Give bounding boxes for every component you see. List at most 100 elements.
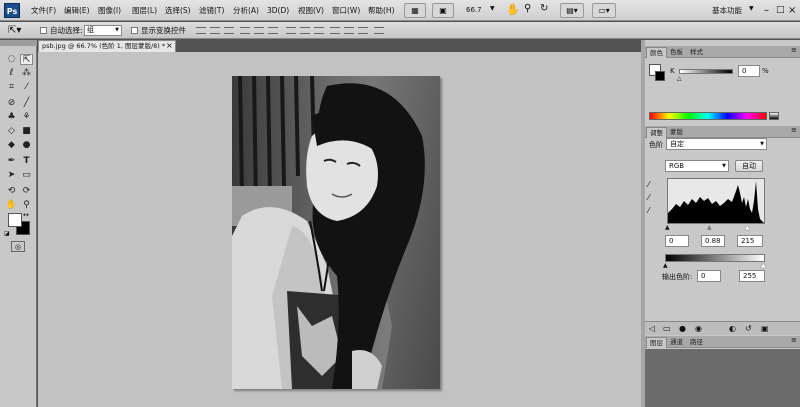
brush-tool-icon[interactable]: ╱ [20,98,33,109]
swap-colors-icon[interactable]: ↔ [23,211,29,219]
slider-handle-icon[interactable]: △ [677,75,682,82]
blur-tool-icon[interactable]: ◆ [5,140,18,151]
crop-tool-icon[interactable]: ⌗ [5,82,18,93]
menu-select[interactable]: 选择(S) [163,3,193,18]
dodge-tool-icon[interactable]: ● [20,140,33,151]
distribute-top-icon[interactable] [286,27,296,34]
menu-filter[interactable]: 滤镜(T) [197,3,226,18]
input-gamma-field[interactable]: 0.88 [701,235,725,247]
output-white-field[interactable]: 255 [739,270,765,282]
levels-preset-dropdown[interactable]: 自定 ▼ [666,138,767,150]
panel-menu-icon[interactable]: ≡ [791,126,797,134]
reset-icon[interactable]: ↺ [745,324,752,333]
document-close-icon[interactable]: × [166,41,173,51]
shape-tool-icon[interactable]: ▭ [20,170,33,181]
lasso-tool-icon[interactable]: ℓ [5,68,18,79]
input-black-slider-icon[interactable]: ▲ [665,224,670,231]
color-slider-track[interactable] [679,69,733,74]
menu-edit[interactable]: 编辑(E) [62,3,92,18]
auto-select-dropdown[interactable]: 组 ▼ [84,25,122,36]
input-gamma-slider-icon[interactable]: ▲ [707,224,712,231]
foreground-color-swatch-top[interactable] [8,213,22,227]
show-transform-checkbox[interactable] [131,27,138,34]
bridge-button[interactable]: ▦ [404,3,426,18]
arrange-documents-button[interactable]: ▤▾ [560,3,584,18]
rotate-view-icon[interactable]: ↻ [540,3,548,14]
minimize-icon[interactable]: – [764,3,769,18]
visibility-icon[interactable]: ◉ [695,324,702,333]
eraser-tool-icon[interactable]: ◇ [5,126,18,137]
pen-tool-icon[interactable]: ✒ [5,156,18,167]
eyedropper-tool-icon[interactable]: ⁄ [20,82,33,93]
menu-view[interactable]: 视图(V) [296,3,326,18]
clip-to-layer-icon[interactable]: ● [679,324,686,333]
output-black-field[interactable]: 0 [697,270,721,282]
white-point-eyedropper-icon[interactable]: ⁄ [648,206,649,215]
restore-icon[interactable]: □ [776,3,785,18]
distribute-bottom-icon[interactable] [314,27,324,34]
tab-layers[interactable]: 图层 [646,337,667,348]
zoom-level[interactable]: 66.7 [466,5,482,16]
3d-rotate-tool-icon[interactable]: ⟲ [5,186,18,197]
gray-point-eyedropper-icon[interactable]: ⁄ [648,193,649,202]
type-tool-icon[interactable]: T [20,156,33,167]
auto-button[interactable]: 自动 [735,160,763,172]
distribute-vcenter-icon[interactable] [300,27,310,34]
chevron-down-icon[interactable]: ▼ [490,5,495,12]
tab-channels[interactable]: 通道 [667,337,686,348]
menu-image[interactable]: 图像(I) [96,3,123,18]
previous-state-icon[interactable]: ◐ [729,324,736,333]
align-left-icon[interactable] [240,27,250,34]
menu-analysis[interactable]: 分析(A) [231,3,261,18]
channel-dropdown[interactable]: RGB ▼ [665,160,729,172]
tools-panel-header[interactable] [0,40,37,46]
magic-wand-tool-icon[interactable]: ⁂ [20,68,33,79]
document-tab[interactable]: psb.jpg @ 66.7% (色阶 1, 图层蒙版/8) * [38,40,176,52]
color-ramp-spectrum[interactable] [649,112,767,120]
menu-3d[interactable]: 3D(D) [265,3,291,18]
close-icon[interactable]: × [788,3,796,18]
marquee-tool-icon[interactable]: ◌ [5,54,18,65]
document-canvas-image[interactable] [232,76,440,389]
align-hcenter-icon[interactable] [254,27,264,34]
color-ramp-grayscale[interactable] [769,112,779,120]
clone-stamp-tool-icon[interactable]: ♣ [5,112,18,123]
color-panel-background-swatch[interactable] [655,71,665,81]
zoom-icon[interactable]: ⚲ [524,3,531,14]
move-tool-preset-icon[interactable]: ⇱▾ [8,24,21,37]
align-top-icon[interactable] [196,27,206,34]
input-white-slider-icon[interactable]: ▲ [745,224,750,231]
history-brush-tool-icon[interactable]: ⚘ [20,112,33,123]
workspace-switcher[interactable]: 基本功能 [710,3,744,18]
menu-file[interactable]: 文件(F) [29,3,58,18]
tab-color[interactable]: 颜色 [646,47,667,58]
gradient-tool-icon[interactable]: ■ [20,126,33,137]
hand-icon[interactable]: ✋ [506,3,520,16]
return-to-list-icon[interactable]: ◁ [649,324,655,333]
tab-masks[interactable]: 蒙版 [667,127,686,138]
tab-swatches[interactable]: 色板 [667,47,686,58]
quick-mask-icon[interactable]: ◎ [11,241,25,252]
menu-layer[interactable]: 图层(L) [130,3,159,18]
zoom-tool-icon[interactable]: ⚲ [20,200,33,211]
black-point-eyedropper-icon[interactable]: ⁄ [648,180,649,189]
panel-menu-icon[interactable]: ≡ [791,336,797,344]
color-value-field[interactable]: 0 [738,65,760,77]
move-tool-icon[interactable]: ⇱ [20,54,33,65]
tab-paths[interactable]: 路径 [687,337,706,348]
3d-orbit-tool-icon[interactable]: ⟳ [20,186,33,197]
panel-menu-icon[interactable]: ≡ [791,46,797,54]
tab-adjustments[interactable]: 调整 [646,127,667,138]
align-vcenter-icon[interactable] [210,27,220,34]
view-extras-button[interactable]: ▣ [432,3,454,18]
tab-styles[interactable]: 样式 [687,47,706,58]
distribute-hcenter-icon[interactable] [344,27,354,34]
align-right-icon[interactable] [268,27,278,34]
hand-tool-icon[interactable]: ✋ [5,200,18,211]
screen-mode-button[interactable]: ▭▾ [592,3,616,18]
auto-select-checkbox[interactable] [40,27,47,34]
path-selection-tool-icon[interactable]: ➤ [5,170,18,181]
output-black-slider-icon[interactable]: ▲ [663,262,668,269]
menu-help[interactable]: 帮助(H) [366,3,397,18]
distribute-left-icon[interactable] [330,27,340,34]
